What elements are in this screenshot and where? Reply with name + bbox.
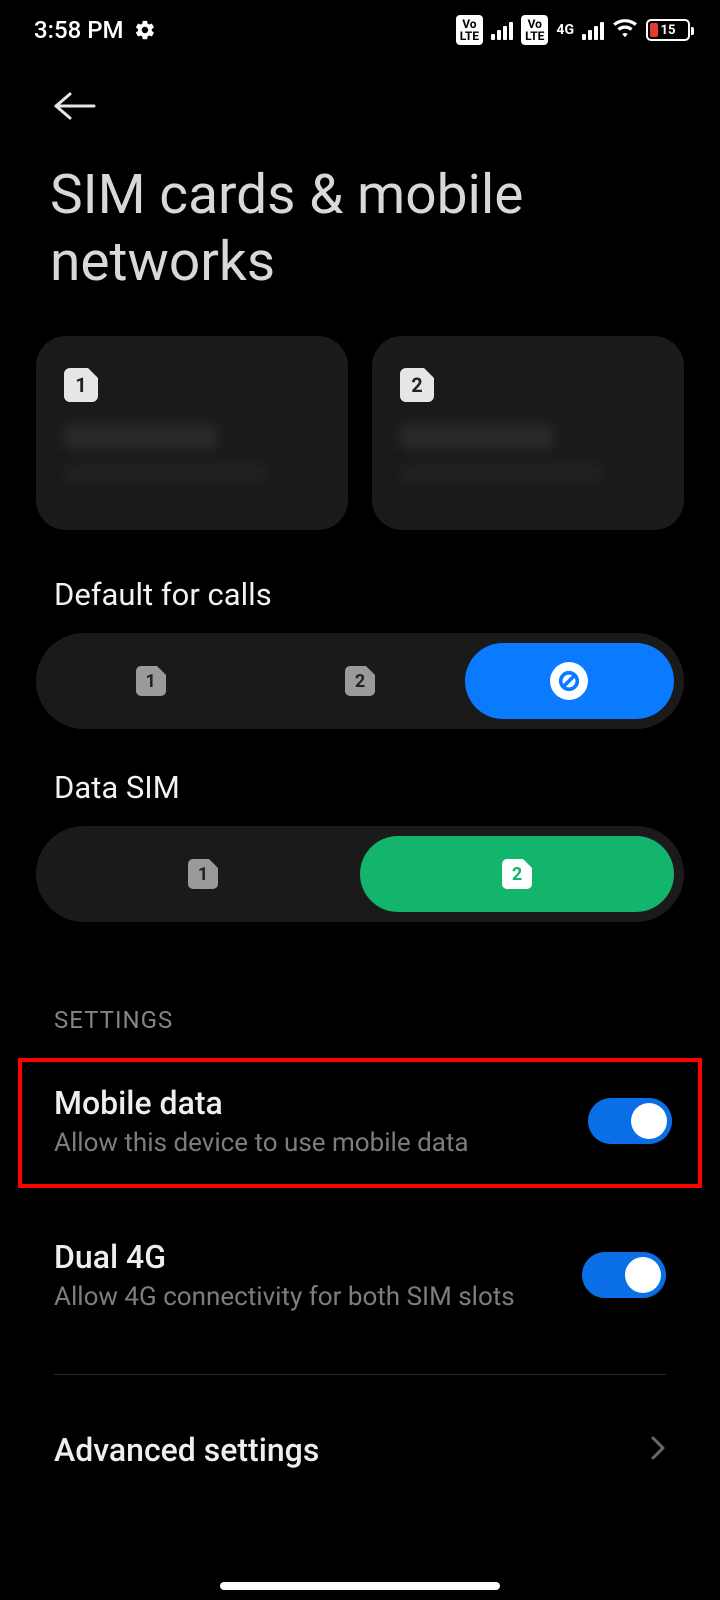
signal-icon-sim2 xyxy=(582,20,604,40)
network-type: 4G xyxy=(556,23,574,37)
default-calls-sim2[interactable]: 2 xyxy=(255,643,464,719)
settings-header: SETTINGS xyxy=(36,922,684,1058)
dual-4g-toggle[interactable] xyxy=(582,1252,666,1298)
dual-4g-row[interactable]: Dual 4G Allow 4G connectivity for both S… xyxy=(36,1216,684,1338)
default-calls-segmented: 1 2 xyxy=(36,633,684,729)
chevron-right-icon xyxy=(650,1434,666,1466)
home-indicator[interactable] xyxy=(220,1582,500,1590)
sim-chip-icon-2: 2 xyxy=(400,368,434,402)
data-sim-1[interactable]: 1 xyxy=(46,836,360,912)
mobile-data-text: Mobile data Allow this device to use mob… xyxy=(54,1084,469,1158)
battery-icon: 15 xyxy=(646,19,690,41)
sim-icon: 1 xyxy=(136,666,166,696)
mobile-data-subtitle: Allow this device to use mobile data xyxy=(54,1128,469,1158)
wifi-icon xyxy=(612,16,638,44)
dual-4g-title: Dual 4G xyxy=(54,1238,515,1276)
advanced-settings-title: Advanced settings xyxy=(54,1431,319,1469)
status-bar: 3:58 PM Vo LTE Vo LTE 4G 15 xyxy=(0,0,720,60)
dual-4g-text: Dual 4G Allow 4G connectivity for both S… xyxy=(54,1238,515,1312)
sim-icon: 2 xyxy=(502,859,532,889)
sim-card-1[interactable]: 1 xyxy=(36,336,348,530)
battery-level: 15 xyxy=(661,23,676,38)
page-title: SIM cards & mobile networks xyxy=(0,144,720,336)
signal-icon-sim1 xyxy=(491,20,513,40)
advanced-settings-row[interactable]: Advanced settings xyxy=(36,1375,684,1499)
sim2-carrier-redacted xyxy=(400,424,656,482)
data-sim-2-selected[interactable]: 2 xyxy=(360,836,674,912)
sim-card-2[interactable]: 2 xyxy=(372,336,684,530)
mobile-data-row[interactable]: Mobile data Allow this device to use mob… xyxy=(18,1058,702,1188)
sim-icon: 1 xyxy=(188,859,218,889)
sim1-carrier-redacted xyxy=(64,424,320,482)
status-right: Vo LTE Vo LTE 4G 15 xyxy=(456,15,690,45)
volte-badge-2: Vo LTE xyxy=(521,15,548,45)
data-sim-label: Data SIM xyxy=(36,729,684,826)
default-calls-label: Default for calls xyxy=(36,530,684,633)
dual-4g-subtitle: Allow 4G connectivity for both SIM slots xyxy=(54,1282,515,1312)
sim-cards-row: 1 2 xyxy=(36,336,684,530)
default-calls-ask-always[interactable] xyxy=(465,643,674,719)
data-sim-segmented: 1 2 xyxy=(36,826,684,922)
mobile-data-title: Mobile data xyxy=(54,1084,469,1122)
sim-icon: 2 xyxy=(345,666,375,696)
sim-chip-icon-1: 1 xyxy=(64,368,98,402)
clock: 3:58 PM xyxy=(34,16,124,44)
default-calls-sim1[interactable]: 1 xyxy=(46,643,255,719)
status-left: 3:58 PM xyxy=(34,16,156,44)
gear-icon xyxy=(134,19,156,41)
volte-badge-1: Vo LTE xyxy=(456,15,483,45)
mobile-data-toggle[interactable] xyxy=(588,1098,672,1144)
back-button[interactable] xyxy=(50,88,98,128)
ask-icon xyxy=(550,662,588,700)
